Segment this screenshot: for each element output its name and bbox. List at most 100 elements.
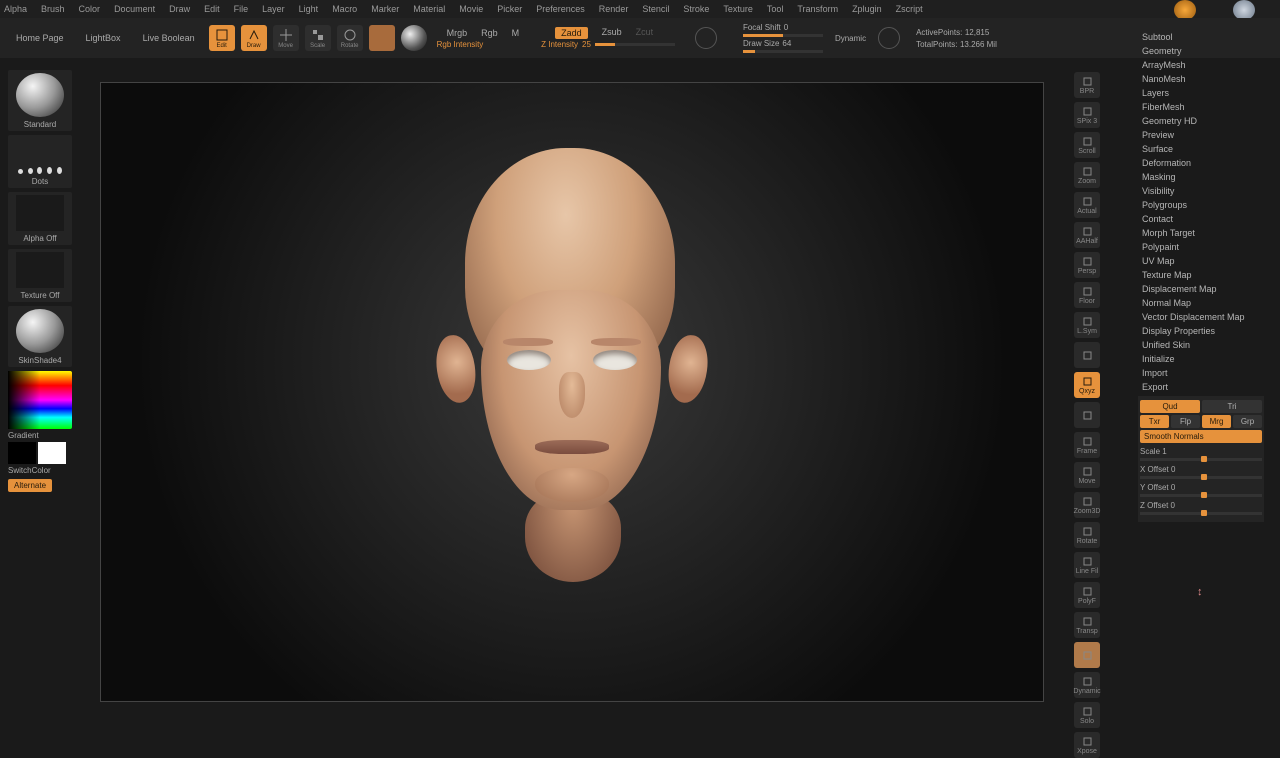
- section-normal-map[interactable]: Normal Map: [1138, 296, 1268, 310]
- yoffset-slider[interactable]: [1140, 494, 1262, 497]
- move-button[interactable]: Move: [273, 25, 299, 51]
- menu-item[interactable]: Preferences: [536, 4, 585, 14]
- switchcolor-button[interactable]: SwitchColor: [8, 464, 78, 477]
- menu-item[interactable]: Edit: [204, 4, 220, 14]
- zsub-button[interactable]: Zsub: [602, 27, 622, 39]
- shelf-xyz-button[interactable]: Qxyz: [1074, 372, 1100, 398]
- focal-shift-slider[interactable]: [743, 34, 823, 37]
- section-export[interactable]: Export: [1138, 380, 1268, 394]
- shelf-zoom-button[interactable]: Zoom: [1074, 162, 1100, 188]
- shelf-bpr-button[interactable]: BPR: [1074, 72, 1100, 98]
- menu-item[interactable]: Color: [79, 4, 101, 14]
- z-intensity-slider[interactable]: [595, 43, 675, 46]
- section-polygroups[interactable]: Polygroups: [1138, 198, 1268, 212]
- shelf-transp-button[interactable]: Transp: [1074, 612, 1100, 638]
- m-button[interactable]: M: [512, 28, 520, 38]
- mrg-chip[interactable]: Mrg: [1202, 415, 1231, 428]
- menu-item[interactable]: Draw: [169, 4, 190, 14]
- menu-item[interactable]: Stroke: [683, 4, 709, 14]
- menu-item[interactable]: Macro: [332, 4, 357, 14]
- grp-chip[interactable]: Grp: [1233, 415, 1262, 428]
- section-geometry-hd[interactable]: Geometry HD: [1138, 114, 1268, 128]
- menu-item[interactable]: Picker: [497, 4, 522, 14]
- section-contact[interactable]: Contact: [1138, 212, 1268, 226]
- section-fibermesh[interactable]: FiberMesh: [1138, 100, 1268, 114]
- shelf-actual-button[interactable]: Actual: [1074, 192, 1100, 218]
- swatch-black[interactable]: [8, 442, 36, 464]
- shelf-mat-button[interactable]: [1074, 642, 1100, 668]
- menu-item[interactable]: Alpha: [4, 4, 27, 14]
- shelf-floor-button[interactable]: Floor: [1074, 282, 1100, 308]
- shelf-xpose-button[interactable]: Xpose: [1074, 732, 1100, 758]
- gradient-label[interactable]: Gradient: [8, 429, 78, 442]
- zcut-button[interactable]: Zcut: [636, 27, 654, 39]
- section-texture-map[interactable]: Texture Map: [1138, 268, 1268, 282]
- section-uv-map[interactable]: UV Map: [1138, 254, 1268, 268]
- alternate-button[interactable]: Alternate: [8, 479, 52, 492]
- viewport[interactable]: [100, 82, 1044, 702]
- menu-item[interactable]: Document: [114, 4, 155, 14]
- section-surface[interactable]: Surface: [1138, 142, 1268, 156]
- shelf-move-button[interactable]: Move: [1074, 462, 1100, 488]
- menu-item[interactable]: Stencil: [642, 4, 669, 14]
- tri-chip[interactable]: Tri: [1202, 400, 1262, 413]
- scale-slider[interactable]: [1140, 458, 1262, 461]
- shelf-persp-button[interactable]: Persp: [1074, 252, 1100, 278]
- qud-chip[interactable]: Qud: [1140, 400, 1200, 413]
- dynamic-icon[interactable]: [878, 27, 900, 49]
- section-layers[interactable]: Layers: [1138, 86, 1268, 100]
- lightbox-button[interactable]: LightBox: [78, 26, 129, 50]
- menu-item[interactable]: Texture: [723, 4, 753, 14]
- section-import[interactable]: Import: [1138, 366, 1268, 380]
- brush-slot[interactable]: Standard: [8, 70, 72, 131]
- stroke-slot[interactable]: Dots: [8, 135, 72, 188]
- liveboolean-button[interactable]: Live Boolean: [135, 26, 203, 50]
- section-unified-skin[interactable]: Unified Skin: [1138, 338, 1268, 352]
- color-swatch[interactable]: [369, 25, 395, 51]
- shelf-polyf-button[interactable]: PolyF: [1074, 582, 1100, 608]
- material-slot[interactable]: SkinShade4: [8, 306, 72, 367]
- section-displacement-map[interactable]: Displacement Map: [1138, 282, 1268, 296]
- color-picker[interactable]: [8, 371, 72, 429]
- shelf-scroll-button[interactable]: Scroll: [1074, 132, 1100, 158]
- shelf-dynamic-button[interactable]: Dynamic: [1074, 672, 1100, 698]
- draw-size-slider[interactable]: [743, 50, 823, 53]
- shelf-rotate-button[interactable]: Rotate: [1074, 522, 1100, 548]
- menu-item[interactable]: Tool: [767, 4, 784, 14]
- shelf-lsym-button[interactable]: L.Sym: [1074, 312, 1100, 338]
- menu-item[interactable]: Render: [599, 4, 629, 14]
- section-subtool[interactable]: Subtool: [1138, 30, 1268, 44]
- section-initialize[interactable]: Initialize: [1138, 352, 1268, 366]
- shelf-solo-button[interactable]: Solo: [1074, 702, 1100, 728]
- flp-chip[interactable]: Flp: [1171, 415, 1200, 428]
- mrgb-button[interactable]: Mrgb: [447, 28, 468, 38]
- menu-item[interactable]: Brush: [41, 4, 65, 14]
- menu-item[interactable]: Zscript: [896, 4, 923, 14]
- section-visibility[interactable]: Visibility: [1138, 184, 1268, 198]
- dynamic-label[interactable]: Dynamic: [835, 34, 866, 43]
- menu-item[interactable]: Light: [299, 4, 319, 14]
- txr-chip[interactable]: Txr: [1140, 415, 1169, 428]
- alpha-slot[interactable]: Alpha Off: [8, 192, 72, 245]
- section-morph-target[interactable]: Morph Target: [1138, 226, 1268, 240]
- texture-slot[interactable]: Texture Off: [8, 249, 72, 302]
- draw-button[interactable]: Draw: [241, 25, 267, 51]
- scale-button[interactable]: Scale: [305, 25, 331, 51]
- menu-item[interactable]: Layer: [262, 4, 285, 14]
- menu-item[interactable]: Marker: [371, 4, 399, 14]
- section-masking[interactable]: Masking: [1138, 170, 1268, 184]
- gizmo-icon[interactable]: [695, 27, 717, 49]
- menu-item[interactable]: File: [234, 4, 249, 14]
- swatch-white[interactable]: [38, 442, 66, 464]
- zoffset-slider[interactable]: [1140, 512, 1262, 515]
- rgb-button[interactable]: Rgb: [481, 28, 498, 38]
- section-geometry[interactable]: Geometry: [1138, 44, 1268, 58]
- edit-button[interactable]: Edit: [209, 25, 235, 51]
- menu-item[interactable]: Movie: [459, 4, 483, 14]
- shelf-circ-button[interactable]: [1074, 402, 1100, 428]
- shelf-zoom3d-button[interactable]: Zoom3D: [1074, 492, 1100, 518]
- material-sphere-icon[interactable]: [401, 25, 427, 51]
- section-arraymesh[interactable]: ArrayMesh: [1138, 58, 1268, 72]
- section-polypaint[interactable]: Polypaint: [1138, 240, 1268, 254]
- shelf-spix-button[interactable]: SPix 3: [1074, 102, 1100, 128]
